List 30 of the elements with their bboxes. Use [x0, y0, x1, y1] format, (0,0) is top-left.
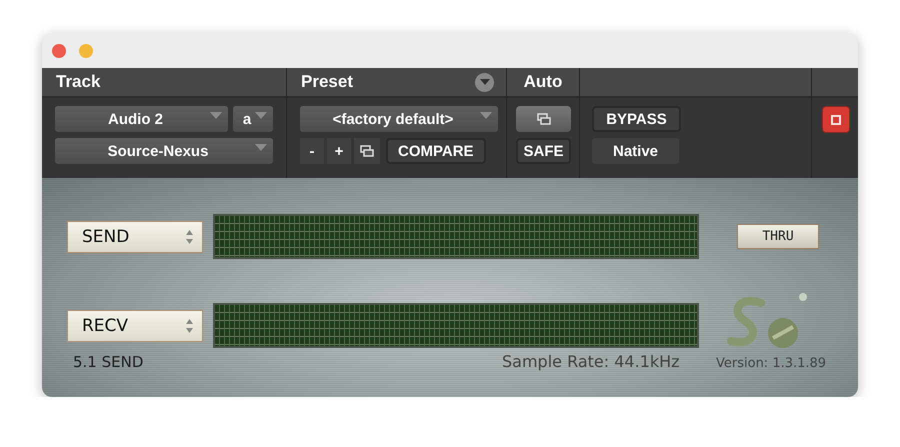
square-icon — [831, 114, 841, 124]
safe-button[interactable]: SAFE — [516, 138, 571, 164]
preset-step-button[interactable]: + — [327, 138, 351, 164]
menu-button[interactable] — [475, 72, 494, 92]
dropdown-arrow-icon — [480, 79, 490, 85]
preset-step-button[interactable]: - — [300, 138, 324, 164]
preset-dropdown[interactable]: <factory default> — [300, 106, 498, 132]
thru-button[interactable]: THRU — [737, 224, 819, 249]
dropdown[interactable]: Source-Nexus — [55, 138, 273, 164]
mode-selector[interactable]: RECV — [67, 310, 203, 342]
power-button[interactable] — [822, 106, 850, 133]
column-header: Preset — [301, 72, 353, 92]
window-button[interactable] — [354, 138, 380, 164]
window-icon — [360, 145, 374, 157]
platform-label: Native — [592, 138, 679, 164]
dropdown[interactable]: Audio 2 — [55, 106, 228, 132]
stepper-icon — [185, 228, 194, 244]
bypass-button[interactable]: BYPASS — [592, 106, 681, 132]
window-button[interactable] — [516, 106, 571, 132]
channel-format: 5.1 SEND — [73, 353, 144, 371]
dropdown[interactable]: a — [233, 106, 273, 132]
column-header: Auto — [507, 68, 579, 98]
window-icon — [536, 113, 550, 125]
close-button[interactable] — [52, 44, 66, 58]
compare-button[interactable]: COMPARE — [386, 138, 486, 164]
stepper-icon — [185, 318, 194, 334]
version-label: Version: 1.3.1.89 — [716, 356, 826, 371]
mode-selector[interactable]: SEND — [67, 220, 203, 252]
sample-rate: Sample Rate: 44.1kHz — [502, 352, 681, 371]
column-header: Track — [42, 68, 286, 98]
